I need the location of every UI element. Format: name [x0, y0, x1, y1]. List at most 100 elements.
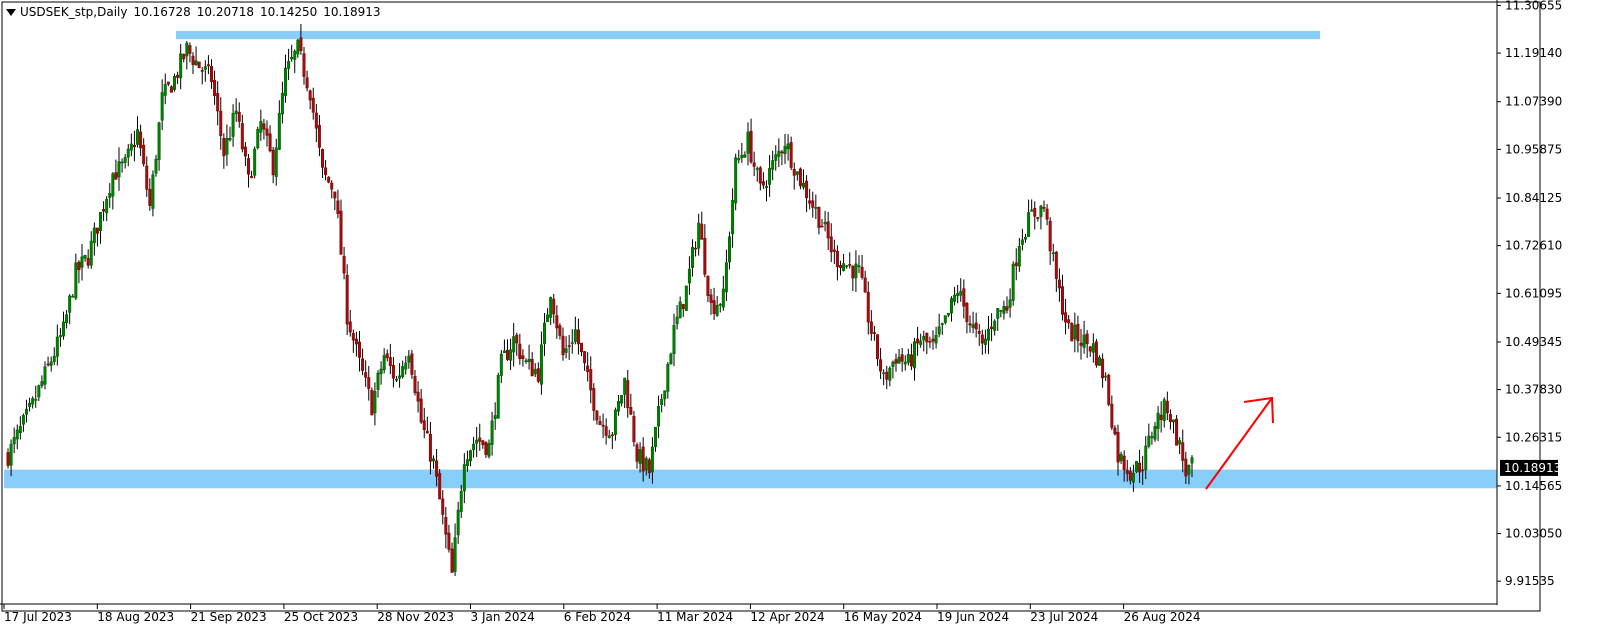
- candle-body-bear: [703, 238, 707, 275]
- candle-body-bull: [173, 76, 177, 90]
- candle-body-bull: [539, 344, 543, 385]
- candle-body-bull: [684, 285, 688, 311]
- candle: [253, 146, 257, 179]
- y-tick-label: 10.14565: [1505, 479, 1562, 493]
- candle-body-bull: [136, 129, 140, 145]
- candle-body-bear: [712, 300, 716, 314]
- candle: [438, 469, 442, 500]
- candle-body-bull: [24, 408, 28, 415]
- candle-body-bull: [1187, 464, 1191, 475]
- candle-body-bear: [758, 167, 762, 184]
- candle-body-bull: [9, 443, 13, 466]
- candle-body-bear: [1061, 286, 1065, 315]
- candle-body-bear: [1168, 414, 1172, 422]
- candle-body-bear: [351, 332, 355, 341]
- candle-body-bull: [157, 122, 161, 160]
- candle-body-bear: [980, 334, 984, 344]
- dropdown-triangle-icon[interactable]: [6, 9, 16, 16]
- candle-body-bull: [675, 316, 679, 325]
- y-tick-label: 11.19140: [1505, 46, 1562, 60]
- candle-body-bull: [287, 61, 291, 69]
- candle-body-bear: [354, 338, 358, 345]
- candle-body-bull: [40, 381, 44, 386]
- candle-body-bear: [1042, 207, 1046, 209]
- candle-body-bull: [786, 143, 790, 150]
- candle-body-bear: [1057, 279, 1061, 289]
- x-tick-label: 3 Jan 2024: [471, 610, 535, 624]
- candle-body-bear: [302, 53, 306, 77]
- candle-body-bull: [1104, 375, 1108, 378]
- support-zone: [4, 469, 1497, 489]
- candle-body-bull: [296, 39, 300, 55]
- candle-body-bear: [213, 79, 217, 97]
- candle-body-bear: [182, 54, 186, 60]
- candle-body-bull: [376, 372, 380, 390]
- candle: [1107, 373, 1111, 407]
- x-tick-label: 17 Jul 2023: [4, 610, 72, 624]
- candle-body-bull: [283, 67, 287, 96]
- candle-body-bear: [968, 323, 972, 326]
- candle-body-bear: [262, 123, 266, 130]
- candle-body-bear: [515, 334, 519, 344]
- candle-body-bull: [1011, 263, 1015, 301]
- candle-body-bull: [123, 157, 127, 163]
- candle-body-bear: [191, 55, 195, 65]
- candle-body-bear: [247, 158, 251, 175]
- candle-body-bull: [256, 128, 260, 149]
- y-tick-label: 10.72610: [1505, 239, 1562, 253]
- candle-body-bull: [394, 378, 398, 381]
- candle-body-bull: [225, 138, 229, 155]
- candle: [1011, 261, 1015, 306]
- candle: [410, 349, 414, 379]
- candle-body-bull: [971, 324, 975, 328]
- x-tick-label: 23 Jul 2024: [1030, 610, 1098, 624]
- candle-body-bull: [401, 366, 405, 378]
- candle-body-bull: [407, 355, 411, 363]
- candle-body-bear: [521, 355, 525, 359]
- candle-body-bull: [743, 154, 747, 158]
- candle-body-bull: [801, 182, 805, 188]
- candle-body-bull: [564, 348, 568, 353]
- candle-body-bear: [536, 368, 540, 382]
- candle-body-bull: [1073, 324, 1077, 340]
- candle-body-bear: [357, 341, 361, 358]
- candle-body-bear: [1067, 319, 1071, 324]
- candle-body-bull: [379, 368, 383, 375]
- candle-body-bull: [663, 390, 667, 400]
- candle-body-bull: [882, 372, 886, 374]
- candle-body-bear: [237, 111, 241, 122]
- candle-body-bear: [1165, 400, 1169, 414]
- candle-body-bear: [709, 294, 713, 303]
- candle: [1175, 415, 1179, 446]
- candle-body-bull: [888, 367, 892, 381]
- candle-body-bear: [749, 130, 753, 163]
- candle-body-bull: [1030, 209, 1034, 212]
- candle-body-bull: [912, 341, 916, 369]
- candle-body-bear: [324, 167, 328, 176]
- candle-body-bull: [1017, 246, 1021, 267]
- candle-body-bear: [792, 168, 796, 176]
- candle-body-bear: [931, 338, 935, 342]
- candle-body-bull: [842, 263, 846, 271]
- candle-body-bull: [398, 375, 402, 379]
- candle-body-bull: [940, 323, 944, 326]
- candle-body-bear: [327, 176, 331, 183]
- candle-body-bear: [869, 321, 873, 334]
- candle-body-bull: [194, 60, 198, 66]
- candle: [370, 387, 374, 416]
- candle-body-bull: [727, 236, 731, 263]
- candle-body-bear: [552, 298, 556, 315]
- candle-body-bear: [1159, 414, 1163, 420]
- candle-body-bear: [1085, 333, 1089, 345]
- candle-body-bull: [996, 308, 1000, 319]
- candle-body-bear: [900, 354, 904, 362]
- candle-body-bull: [512, 336, 516, 353]
- y-tick-label: 10.84125: [1505, 191, 1562, 205]
- candle-body-bull: [669, 353, 673, 365]
- candle-body-bear: [1122, 455, 1126, 470]
- candle-body-bear: [780, 151, 784, 154]
- candle-body-bear: [925, 333, 929, 343]
- candle-body-bull: [746, 131, 750, 154]
- candle-body-bear: [1181, 442, 1185, 461]
- candle-body-bear: [610, 434, 614, 437]
